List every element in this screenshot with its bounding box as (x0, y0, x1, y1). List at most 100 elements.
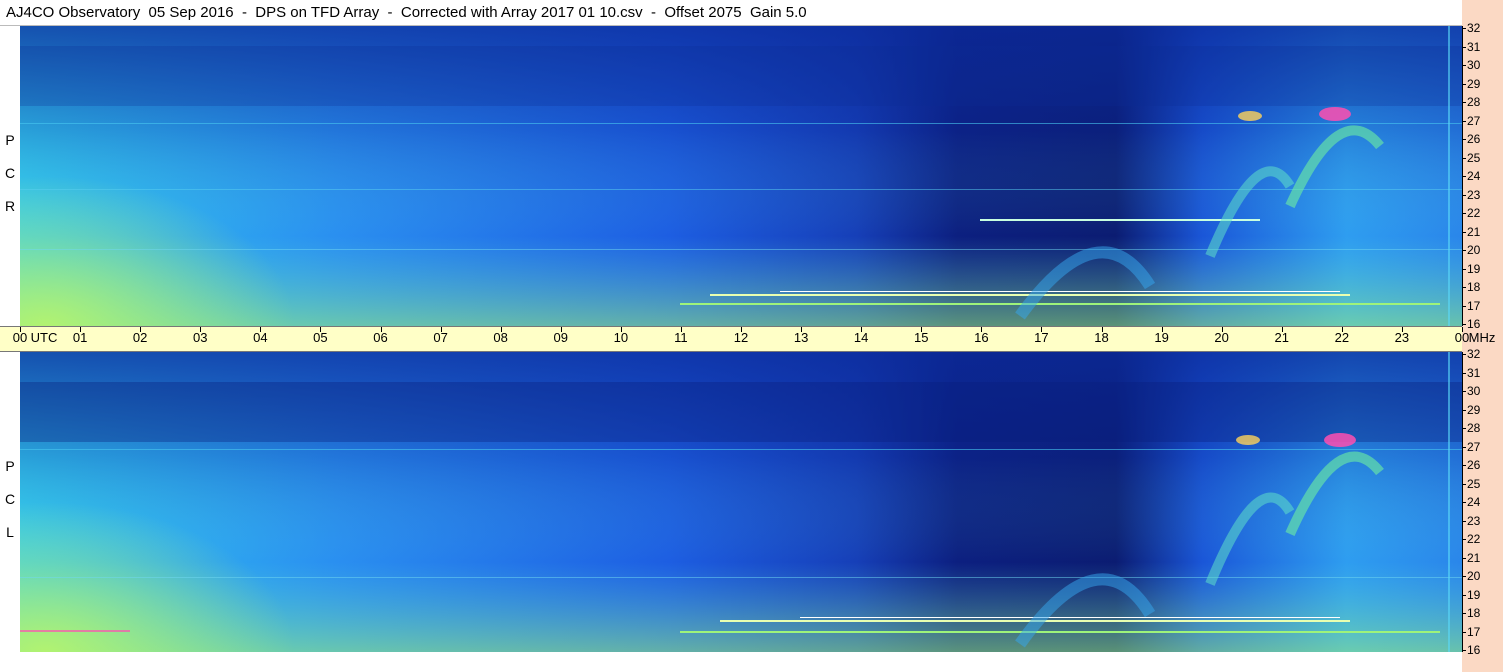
frequency-tick-mark (1462, 631, 1466, 633)
utc-tick-label: 19 (1154, 330, 1169, 345)
polarization-letter: L (6, 524, 14, 540)
frequency-tick-mark (1462, 46, 1466, 48)
frequency-tick-label: 29 (1467, 402, 1481, 417)
utc-tick-label: 11 (674, 330, 688, 345)
frequency-tick-label: 19 (1467, 261, 1481, 276)
frequency-tick-mark (1462, 83, 1466, 85)
frequency-tick-label: 22 (1467, 532, 1481, 546)
frequency-tick-label: 16 (1467, 317, 1481, 331)
rcp-spectrogram[interactable] (20, 26, 1462, 326)
lcp-frequency-scale: 32 31 30 29 28 27 26 25 24 23 22 21 20 19 18 17 16 (1462, 348, 1503, 656)
frequency-tick-mark (1462, 354, 1466, 355)
polarization-letter: C (4, 165, 16, 181)
frequency-tick-label: 21 (1467, 224, 1481, 239)
frequency-tick-mark (1462, 465, 1466, 466)
frequency-tick-label: 24 (1467, 169, 1481, 183)
frequency-tick-mark (1462, 120, 1466, 122)
polarization-letter: R (4, 198, 16, 214)
frequency-tick-label: 26 (1467, 132, 1481, 146)
frequency-tick-label: 27 (1467, 113, 1481, 128)
utc-tick-label: 20 (1214, 330, 1229, 345)
frequency-tick-mark (1462, 65, 1466, 66)
frequency-tick-label: 23 (1467, 187, 1481, 202)
frequency-tick-label: 20 (1467, 569, 1481, 583)
frequency-tick-mark (1462, 650, 1466, 651)
frequency-tick-label: 27 (1467, 439, 1481, 454)
frequency-tick-label: 28 (1467, 95, 1481, 109)
frequency-tick-mark (1462, 157, 1466, 159)
frequency-tick-mark (1462, 102, 1466, 103)
frequency-tick-mark (1462, 305, 1466, 307)
frequency-tick-label: 17 (1467, 298, 1481, 313)
frequency-tick-label: 25 (1467, 150, 1481, 165)
frequency-tick-mark (1462, 194, 1466, 196)
utc-unit-label: UTC (30, 330, 58, 345)
frequency-tick-mark (1462, 539, 1466, 540)
frequency-tick-label: 17 (1467, 624, 1481, 639)
frequency-tick-label: 26 (1467, 458, 1481, 472)
frequency-tick-mark (1462, 409, 1466, 411)
utc-tick-label: 03 (193, 330, 208, 345)
frequency-tick-mark (1462, 372, 1466, 374)
frequency-tick-label: 21 (1467, 550, 1481, 565)
utc-tick-label: 01 (72, 330, 88, 345)
frequency-tick-mark (1462, 613, 1466, 614)
frequency-tick-mark (1462, 139, 1466, 140)
rcp-frequency-scale: 32 31 30 29 28 27 26 25 24 23 22 21 20 19 18 17 16 (1462, 22, 1503, 330)
frequency-tick-label: 25 (1467, 476, 1481, 491)
utc-tick-label: 12 (733, 330, 749, 345)
utc-tick-label: 06 (373, 330, 388, 345)
utc-tick-label: 17 (1034, 330, 1049, 345)
lcp-spectrogram[interactable] (20, 352, 1462, 652)
utc-tick-label: 05 (313, 330, 328, 345)
utc-time-axis: 00 01 02 03 04 05 06 07 08 09 10 11 12 13 14 15 16 17 18 19… (0, 326, 1495, 352)
frequency-tick-label: 32 (1467, 21, 1481, 35)
frequency-tick-mark (1462, 520, 1466, 522)
frequency-tick-mark (1462, 557, 1466, 559)
frequency-tick-mark (1462, 213, 1466, 214)
frequency-tick-label: 32 (1467, 347, 1481, 361)
frequency-tick-mark (1462, 268, 1466, 270)
utc-tick-label: 10 (613, 330, 629, 345)
polarization-letter: P (5, 132, 15, 148)
utc-tick-label: 02 (132, 330, 148, 345)
frequency-tick-label: 28 (1467, 421, 1481, 435)
frequency-tick-label: 18 (1467, 606, 1481, 620)
utc-tick-label: 15 (914, 330, 929, 345)
frequency-tick-label: 30 (1467, 58, 1481, 72)
frequency-tick-mark (1462, 446, 1466, 448)
frequency-tick-label: 31 (1467, 39, 1481, 54)
frequency-tick-mark (1462, 250, 1466, 251)
frequency-tick-mark (1462, 428, 1466, 429)
utc-tick-label: 16 (974, 330, 989, 345)
utc-tick-label: 23 (1394, 330, 1410, 345)
frequency-tick-mark (1462, 231, 1466, 233)
rcp-spectrogram-image (20, 26, 1462, 326)
frequency-tick-mark (1462, 483, 1466, 485)
utc-tick-label: 09 (553, 330, 568, 345)
frequency-tick-label: 18 (1467, 280, 1481, 294)
lcp-polarization-label: P C L (0, 450, 20, 549)
frequency-tick-mark (1462, 502, 1466, 503)
frequency-tick-label: 19 (1467, 587, 1481, 602)
frequency-tick-mark (1462, 28, 1466, 29)
utc-tick-label: 00 (1454, 330, 1470, 345)
utc-tick-label: 07 (433, 330, 448, 345)
frequency-tick-mark (1462, 324, 1466, 325)
utc-tick-label: 04 (253, 330, 268, 345)
polarization-letter: P (5, 458, 15, 474)
frequency-tick-mark (1462, 176, 1466, 177)
frequency-tick-label: 30 (1467, 384, 1481, 398)
mhz-unit-label: MHz (1468, 330, 1496, 345)
utc-tick-label: 22 (1334, 330, 1350, 345)
polarization-letter: C (4, 491, 16, 507)
frequency-tick-label: 16 (1467, 643, 1481, 657)
utc-tick-label: 18 (1094, 330, 1109, 345)
frequency-tick-mark (1462, 594, 1466, 596)
frequency-tick-label: 29 (1467, 76, 1481, 91)
utc-tick-label: 14 (853, 330, 869, 345)
frequency-tick-label: 20 (1467, 243, 1481, 257)
utc-tick-label: 08 (493, 330, 508, 345)
utc-tick-label: 00 (12, 330, 28, 345)
frequency-tick-label: 24 (1467, 495, 1481, 509)
